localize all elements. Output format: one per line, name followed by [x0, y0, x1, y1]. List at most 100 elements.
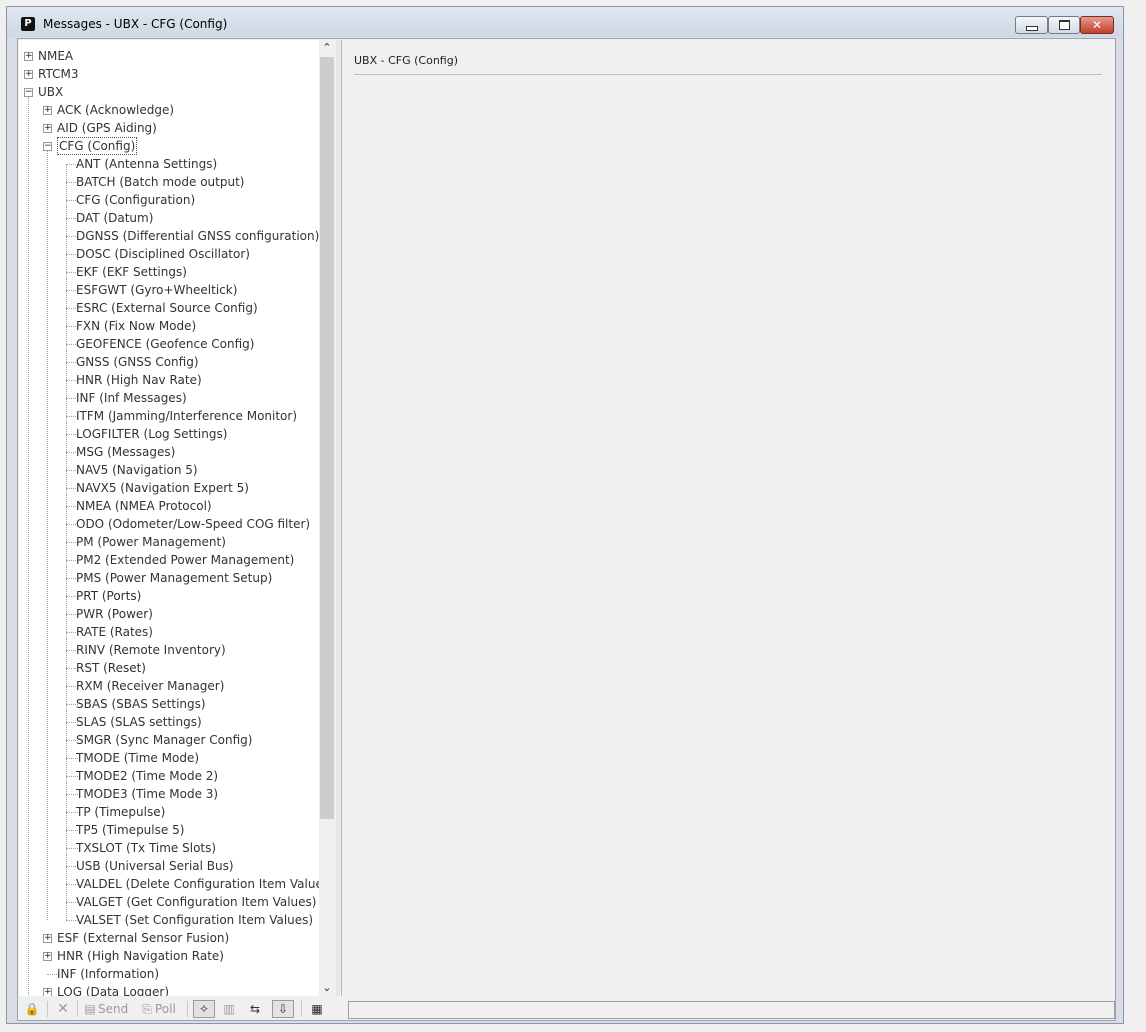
clear-button[interactable]: ✕ [55, 1000, 71, 1018]
minimize-button[interactable] [1015, 16, 1048, 34]
tree-item[interactable]: + NMEA [19, 47, 319, 65]
tree-item[interactable]: VALGET (Get Configuration Item Values) [19, 893, 319, 911]
close-button[interactable]: ✕ [1080, 16, 1114, 34]
tree-item-label: HNR (High Navigation Rate) [57, 949, 224, 963]
maximize-button[interactable] [1048, 16, 1080, 34]
tree-item[interactable]: SBAS (SBAS Settings) [19, 695, 319, 713]
tree-item[interactable]: PM2 (Extended Power Management) [19, 551, 319, 569]
scroll-thumb[interactable] [320, 57, 334, 819]
lock-icon: 🔒 [24, 1002, 40, 1016]
tree-item[interactable]: DGNSS (Differential GNSS configuration) [19, 227, 319, 245]
tree-item[interactable]: + AID (GPS Aiding) [19, 119, 319, 137]
tree-item[interactable]: SLAS (SLAS settings) [19, 713, 319, 731]
tree-item[interactable]: ODO (Odometer/Low-Speed COG filter) [19, 515, 319, 533]
tree-item[interactable]: TMODE3 (Time Mode 3) [19, 785, 319, 803]
expand-icon[interactable]: + [43, 106, 52, 115]
tree-item[interactable]: USB (Universal Serial Bus) [19, 857, 319, 875]
tree-item-label: AID (GPS Aiding) [57, 121, 157, 135]
tree-item[interactable]: RATE (Rates) [19, 623, 319, 641]
tree-item[interactable]: + HNR (High Navigation Rate) [19, 947, 319, 965]
tree-item[interactable]: PM (Power Management) [19, 533, 319, 551]
poll-button[interactable]: ⎘ Poll [139, 1000, 176, 1018]
tree-item[interactable]: NMEA (NMEA Protocol) [19, 497, 319, 515]
tree-item[interactable]: HNR (High Nav Rate) [19, 371, 319, 389]
tree-item[interactable]: ANT (Antenna Settings) [19, 155, 319, 173]
tree-item[interactable]: ESFGWT (Gyro+Wheeltick) [19, 281, 319, 299]
tree-item[interactable]: FXN (Fix Now Mode) [19, 317, 319, 335]
message-tree[interactable]: + NMEA + RTCM3− UBX + ACK (Acknowledge) + AID (G… [19, 40, 335, 996]
tree-item[interactable]: ESRC (External Source Config) [19, 299, 319, 317]
tree-item[interactable]: TP5 (Timepulse 5) [19, 821, 319, 839]
tree-scrollbar[interactable]: ⌃ ⌄ [319, 40, 335, 996]
tree-item[interactable]: RXM (Receiver Manager) [19, 677, 319, 695]
tree-item[interactable]: PMS (Power Management Setup) [19, 569, 319, 587]
tree-item-label: SBAS (SBAS Settings) [76, 697, 206, 711]
tree-item[interactable]: BATCH (Batch mode output) [19, 173, 319, 191]
status-field [348, 1001, 1115, 1019]
expand-icon[interactable]: + [43, 952, 52, 961]
tree-item[interactable]: TMODE2 (Time Mode 2) [19, 767, 319, 785]
tree-item[interactable]: CFG (Configuration) [19, 191, 319, 209]
tree-item[interactable]: SMGR (Sync Manager Config) [19, 731, 319, 749]
tree-item[interactable]: TMODE (Time Mode) [19, 749, 319, 767]
tree-item-label: VALDEL (Delete Configuration Item Values… [76, 877, 334, 891]
tree-item[interactable]: LOGFILTER (Log Settings) [19, 425, 319, 443]
send-button[interactable]: ▤ Send [82, 1000, 128, 1018]
tree-item[interactable]: VALSET (Set Configuration Item Values) [19, 911, 319, 929]
tree-item[interactable]: TXSLOT (Tx Time Slots) [19, 839, 319, 857]
tree-item[interactable]: − CFG (Config) [19, 137, 319, 155]
tree-item[interactable]: PRT (Ports) [19, 587, 319, 605]
tree-item[interactable]: − UBX [19, 83, 319, 101]
tree-item[interactable]: GEOFENCE (Geofence Config) [19, 335, 319, 353]
expand-icon[interactable]: + [43, 988, 52, 996]
lock-button[interactable]: 🔒 [24, 1000, 40, 1018]
tree-item[interactable]: DAT (Datum) [19, 209, 319, 227]
tree-item[interactable]: INF (Inf Messages) [19, 389, 319, 407]
tools-toggle-button[interactable]: ✧ [193, 1000, 215, 1018]
tree-item[interactable]: INF (Information) [19, 965, 319, 983]
tree-item[interactable]: MSG (Messages) [19, 443, 319, 461]
tools-icon: ✧ [198, 1002, 210, 1016]
tree-item[interactable]: RINV (Remote Inventory) [19, 641, 319, 659]
tree-item[interactable]: + RTCM3 [19, 65, 319, 83]
tree-item-label: GNSS (GNSS Config) [76, 355, 199, 369]
tree-item[interactable]: GNSS (GNSS Config) [19, 353, 319, 371]
tree-item-label: CFG (Configuration) [76, 193, 196, 207]
autoscroll-toggle-button[interactable]: ⇩ [272, 1000, 294, 1018]
load-button[interactable]: ▥ [221, 1000, 237, 1018]
tree-item-label: BATCH (Batch mode output) [76, 175, 245, 189]
bottom-toolbar: 🔒 ✕ ▤ Send ⎘ Poll ✧ ▥ ⇆ ⇩ ▦ [19, 998, 339, 1020]
scroll-up-icon[interactable]: ⌃ [319, 40, 335, 56]
print-button[interactable]: ▦ [309, 1000, 325, 1018]
expand-icon[interactable]: + [43, 934, 52, 943]
scroll-down-icon[interactable]: ⌄ [319, 980, 335, 996]
collapse-icon[interactable]: − [24, 88, 33, 97]
expand-icon[interactable]: + [24, 52, 33, 61]
tree-item[interactable]: TP (Timepulse) [19, 803, 319, 821]
tree-item-label: PRT (Ports) [76, 589, 142, 603]
tree-item[interactable]: PWR (Power) [19, 605, 319, 623]
tree-item[interactable]: NAVX5 (Navigation Expert 5) [19, 479, 319, 497]
title-bar[interactable]: P Messages - UBX - CFG (Config) ✕ [7, 7, 1123, 37]
tree-item-label: ESF (External Sensor Fusion) [57, 931, 230, 945]
pane-splitter[interactable] [336, 40, 340, 996]
tree-item-label: VALGET (Get Configuration Item Values) [76, 895, 317, 909]
tree-item-label: RXM (Receiver Manager) [76, 679, 225, 693]
expand-icon[interactable]: + [24, 70, 33, 79]
tree-item[interactable]: + ESF (External Sensor Fusion) [19, 929, 319, 947]
expand-icon[interactable]: + [43, 124, 52, 133]
toolbar-separator [47, 1001, 48, 1017]
tree-item[interactable]: ITFM (Jamming/Interference Monitor) [19, 407, 319, 425]
tree-item[interactable]: VALDEL (Delete Configuration Item Values… [19, 875, 334, 893]
tree-item-label: INF (Information) [57, 967, 160, 981]
toolbar-separator [301, 1001, 302, 1017]
swap-button[interactable]: ⇆ [247, 1000, 263, 1018]
tree-item[interactable]: DOSC (Disciplined Oscillator) [19, 245, 319, 263]
tree-item[interactable]: RST (Reset) [19, 659, 319, 677]
collapse-icon[interactable]: − [43, 142, 52, 151]
tree-item[interactable]: + ACK (Acknowledge) [19, 101, 319, 119]
tree-item[interactable]: + LOG (Data Logger) [19, 983, 319, 996]
tree-item-label: TXSLOT (Tx Time Slots) [76, 841, 217, 855]
tree-item[interactable]: NAV5 (Navigation 5) [19, 461, 319, 479]
tree-item[interactable]: EKF (EKF Settings) [19, 263, 319, 281]
